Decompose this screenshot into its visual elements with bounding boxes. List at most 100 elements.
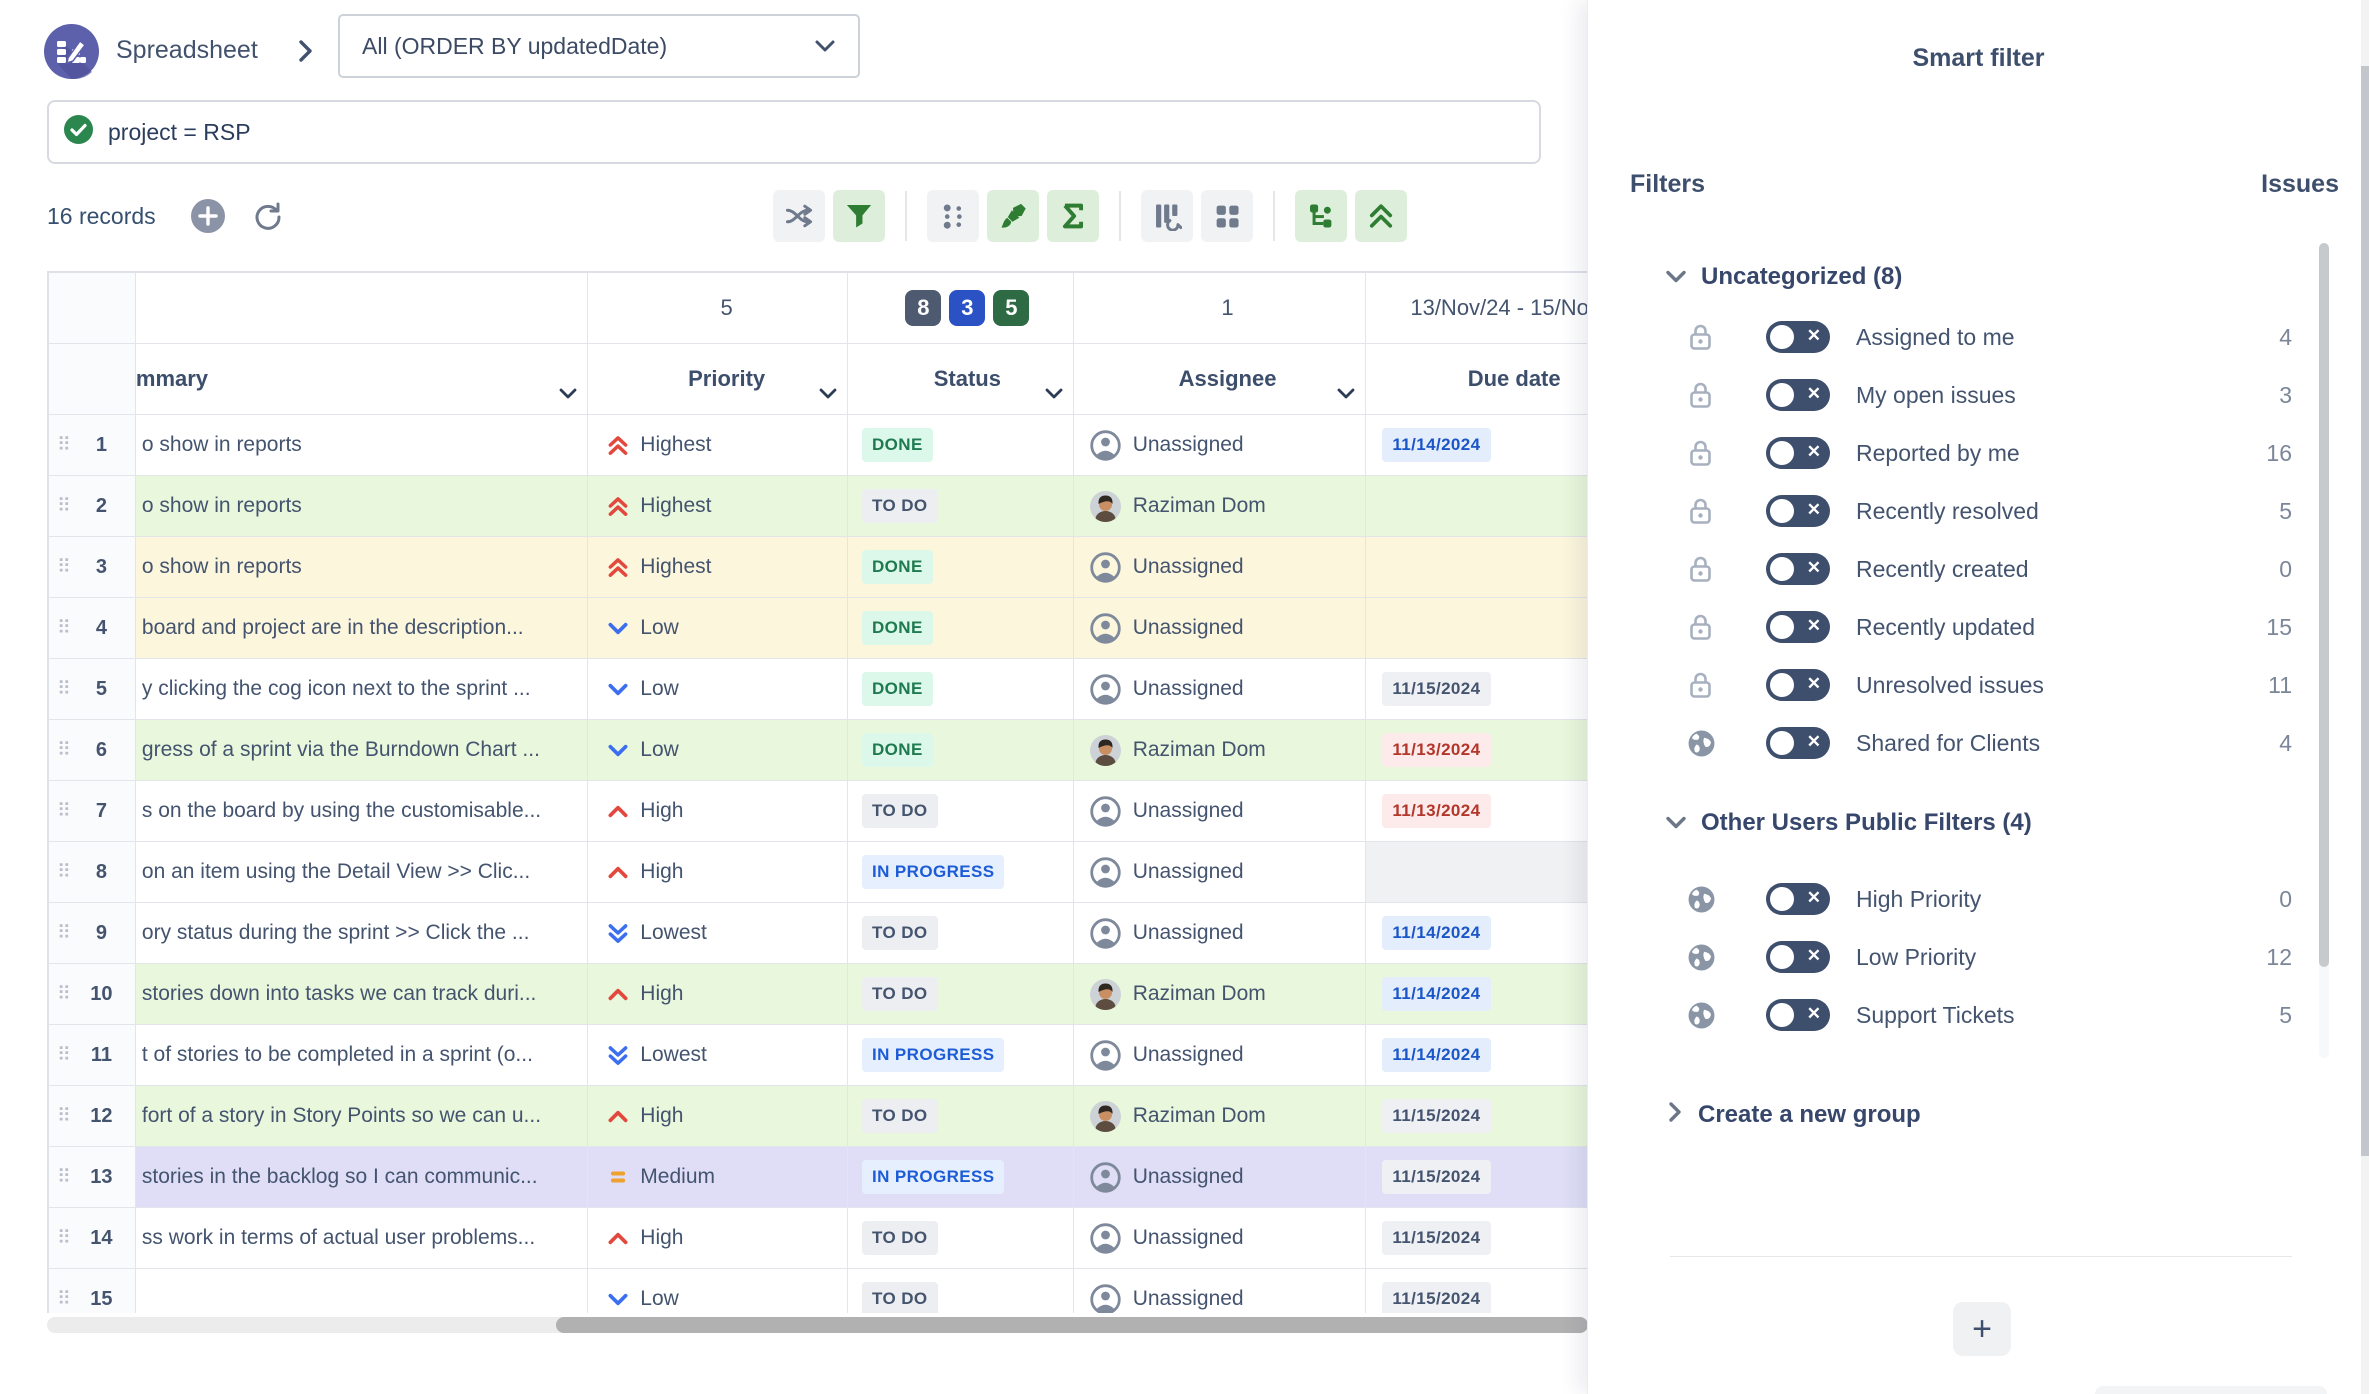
row-number-cell[interactable]: ⠿ 9 bbox=[49, 903, 136, 963]
table-row[interactable]: ⠿ 9 ory status during the sprint >> Clic… bbox=[49, 903, 1588, 964]
table-row[interactable]: ⠿ 3 o show in reports Highest DONE Unass… bbox=[49, 537, 1588, 598]
table-row[interactable]: ⠿ 1 o show in reports Highest DONE Unass… bbox=[49, 415, 1588, 476]
due-date-cell[interactable]: 11/14/2024 bbox=[1366, 1025, 1588, 1085]
jql-filter-input[interactable]: project = RSP bbox=[47, 100, 1541, 164]
summary-cell[interactable]: t of stories to be completed in a sprint… bbox=[136, 1025, 588, 1085]
due-date-cell[interactable]: 11/13/2024 bbox=[1366, 720, 1588, 780]
priority-cell[interactable]: High bbox=[588, 781, 848, 841]
drag-handle-icon[interactable]: ⠿ bbox=[57, 985, 71, 1004]
filter-toggle[interactable]: ✕ bbox=[1766, 941, 1830, 973]
priority-cell[interactable]: High bbox=[588, 1086, 848, 1146]
shuffle-button[interactable] bbox=[773, 190, 825, 242]
summary-cell[interactable]: s on the board by using the customisable… bbox=[136, 781, 588, 841]
table-row[interactable]: ⠿ 6 gress of a sprint via the Burndown C… bbox=[49, 720, 1588, 781]
drag-handle-icon[interactable]: ⠿ bbox=[57, 924, 71, 943]
filter-item[interactable]: ✕ Shared for Clients 4 bbox=[1588, 714, 2369, 772]
filter-toggle[interactable]: ✕ bbox=[1766, 727, 1830, 759]
table-row[interactable]: ⠿ 4 board and project are in the descrip… bbox=[49, 598, 1588, 659]
priority-cell[interactable]: High bbox=[588, 964, 848, 1024]
due-date-cell[interactable] bbox=[1366, 842, 1588, 902]
drag-handle-icon[interactable]: ⠿ bbox=[57, 1046, 71, 1065]
drag-handle-icon[interactable]: ⠿ bbox=[57, 436, 71, 455]
table-row[interactable]: ⠿ 11 t of stories to be completed in a s… bbox=[49, 1025, 1588, 1086]
summary-cell[interactable] bbox=[136, 1269, 588, 1313]
priority-column-header[interactable]: Priority bbox=[588, 344, 848, 414]
due-date-cell[interactable]: 11/15/2024 bbox=[1366, 1208, 1588, 1268]
collapse-all-button[interactable] bbox=[1355, 190, 1407, 242]
status-cell[interactable]: TO DO bbox=[848, 476, 1074, 536]
summary-cell[interactable]: stories in the backlog so I can communic… bbox=[136, 1147, 588, 1207]
row-number-cell[interactable]: ⠿ 14 bbox=[49, 1208, 136, 1268]
due-date-cell[interactable]: 11/14/2024 bbox=[1366, 903, 1588, 963]
filter-item[interactable]: ✕ Recently updated 15 bbox=[1588, 598, 2369, 656]
assignee-cell[interactable]: Unassigned bbox=[1074, 537, 1367, 597]
due-date-column-header[interactable]: Due date bbox=[1366, 344, 1588, 414]
filter-item[interactable]: ✕ Recently resolved 5 bbox=[1588, 482, 2369, 540]
status-cell[interactable]: DONE bbox=[848, 415, 1074, 475]
grid-button[interactable] bbox=[1201, 190, 1253, 242]
row-number-cell[interactable]: ⠿ 6 bbox=[49, 720, 136, 780]
chevron-down-icon[interactable] bbox=[819, 380, 837, 406]
row-number-cell[interactable]: ⠿ 12 bbox=[49, 1086, 136, 1146]
add-record-button[interactable] bbox=[190, 198, 226, 234]
filter-toggle[interactable]: ✕ bbox=[1766, 669, 1830, 701]
priority-cell[interactable]: Low bbox=[588, 598, 848, 658]
priority-cell[interactable]: Low bbox=[588, 1269, 848, 1313]
assignee-column-header[interactable]: Assignee bbox=[1074, 344, 1367, 414]
row-number-cell[interactable]: ⠿ 3 bbox=[49, 537, 136, 597]
panel-scrollbar-thumb[interactable] bbox=[2319, 243, 2329, 967]
sum-sigma-button[interactable] bbox=[1047, 190, 1099, 242]
status-column-header[interactable]: Status bbox=[848, 344, 1074, 414]
status-cell[interactable]: DONE bbox=[848, 537, 1074, 597]
refresh-button[interactable] bbox=[250, 198, 286, 234]
window-scrollbar[interactable] bbox=[2361, 0, 2369, 1394]
columns-settings-button[interactable] bbox=[1141, 190, 1193, 242]
status-cell[interactable]: IN PROGRESS bbox=[848, 842, 1074, 902]
status-cell[interactable]: DONE bbox=[848, 598, 1074, 658]
summary-column-header[interactable]: mmary bbox=[136, 344, 588, 414]
filter-toggle[interactable]: ✕ bbox=[1766, 321, 1830, 353]
summary-cell[interactable]: o show in reports bbox=[136, 537, 588, 597]
row-number-cell[interactable]: ⠿ 4 bbox=[49, 598, 136, 658]
table-row[interactable]: ⠿ 13 stories in the backlog so I can com… bbox=[49, 1147, 1588, 1208]
assignee-cell[interactable]: Unassigned bbox=[1074, 415, 1367, 475]
summary-cell[interactable]: board and project are in the description… bbox=[136, 598, 588, 658]
table-row[interactable]: ⠿ 8 on an item using the Detail View >> … bbox=[49, 842, 1588, 903]
table-row[interactable]: ⠿ 12 fort of a story in Story Points so … bbox=[49, 1086, 1588, 1147]
summary-cell[interactable]: fort of a story in Story Points so we ca… bbox=[136, 1086, 588, 1146]
summary-cell[interactable]: o show in reports bbox=[136, 415, 588, 475]
table-row[interactable]: ⠿ 2 o show in reports Highest TO DO Razi… bbox=[49, 476, 1588, 537]
chevron-down-icon[interactable] bbox=[1045, 380, 1063, 406]
filter-item[interactable]: ✕ Support Tickets 5 bbox=[1588, 986, 2369, 1044]
paintbrush-button[interactable] bbox=[987, 190, 1039, 242]
table-row[interactable]: ⠿ 10 stories down into tasks we can trac… bbox=[49, 964, 1588, 1025]
assignee-cell[interactable]: Unassigned bbox=[1074, 598, 1367, 658]
assignee-cell[interactable]: Unassigned bbox=[1074, 842, 1367, 902]
add-filter-button[interactable]: + bbox=[1953, 1302, 2011, 1356]
due-date-cell[interactable]: 11/14/2024 bbox=[1366, 964, 1588, 1024]
create-new-group-button[interactable]: Create a new group bbox=[1588, 1090, 2369, 1140]
summary-cell[interactable]: stories down into tasks we can track dur… bbox=[136, 964, 588, 1024]
assignee-cell[interactable]: Raziman Dom bbox=[1074, 476, 1367, 536]
priority-cell[interactable]: Highest bbox=[588, 415, 848, 475]
status-cell[interactable]: IN PROGRESS bbox=[848, 1025, 1074, 1085]
drag-handle-icon[interactable]: ⠿ bbox=[57, 1290, 71, 1309]
drag-handle-icon[interactable]: ⠿ bbox=[57, 619, 71, 638]
row-number-cell[interactable]: ⠿ 13 bbox=[49, 1147, 136, 1207]
priority-cell[interactable]: High bbox=[588, 1208, 848, 1268]
priority-cell[interactable]: Highest bbox=[588, 476, 848, 536]
filter-toggle[interactable]: ✕ bbox=[1766, 553, 1830, 585]
drag-handle-icon[interactable]: ⠿ bbox=[57, 680, 71, 699]
filter-toggle[interactable]: ✕ bbox=[1766, 379, 1830, 411]
assignee-cell[interactable]: Unassigned bbox=[1074, 903, 1367, 963]
chevron-down-icon[interactable] bbox=[559, 380, 577, 406]
filter-toggle[interactable]: ✕ bbox=[1766, 611, 1830, 643]
status-cell[interactable]: TO DO bbox=[848, 903, 1074, 963]
assignee-cell[interactable]: Unassigned bbox=[1074, 1025, 1367, 1085]
priority-cell[interactable]: Medium bbox=[588, 1147, 848, 1207]
drag-handle-icon[interactable]: ⠿ bbox=[57, 497, 71, 516]
filter-toggle[interactable]: ✕ bbox=[1766, 495, 1830, 527]
status-cell[interactable]: DONE bbox=[848, 659, 1074, 719]
filter-item[interactable]: ✕ Assigned to me 4 bbox=[1588, 308, 2369, 366]
summary-cell[interactable]: y clicking the cog icon next to the spri… bbox=[136, 659, 588, 719]
